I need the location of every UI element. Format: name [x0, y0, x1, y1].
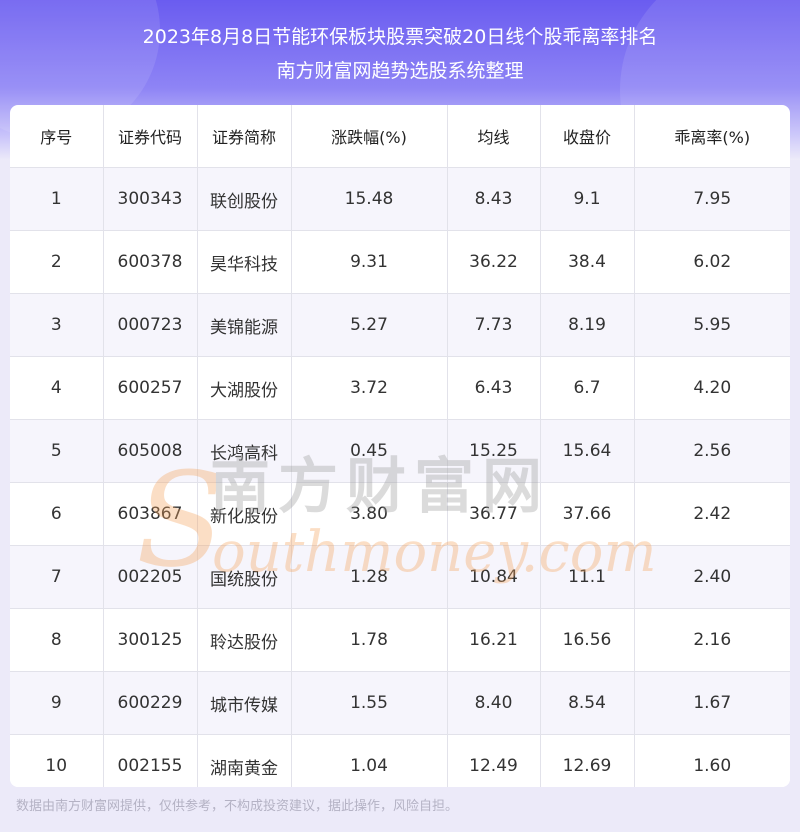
- column-header-name: 证券简称: [197, 105, 292, 168]
- table-header-row: 序号 证券代码 证券简称 涨跌幅(%) 均线 收盘价 乖离率(%): [10, 105, 790, 168]
- cell-bias: 5.95: [634, 293, 790, 357]
- cell-bias: 2.40: [634, 545, 790, 609]
- table-row: 10 002155 湖南黄金 1.04 12.49 12.69 1.60: [10, 734, 790, 787]
- cell-ma: 16.21: [447, 608, 541, 672]
- cell-close: 15.64: [540, 419, 635, 483]
- cell-bias: 7.95: [634, 167, 790, 231]
- cell-rank: 9: [10, 671, 104, 735]
- table-row: 5 605008 长鸿高科 0.45 15.25 15.64 2.56: [10, 419, 790, 483]
- cell-close: 38.4: [540, 230, 635, 294]
- cell-close: 8.54: [540, 671, 635, 735]
- cell-name: 国统股份: [197, 545, 292, 609]
- cell-rank: 7: [10, 545, 104, 609]
- cell-rank: 4: [10, 356, 104, 420]
- cell-code: 603867: [103, 482, 198, 546]
- column-header-bias: 乖离率(%): [634, 105, 790, 168]
- cell-name: 城市传媒: [197, 671, 292, 735]
- cell-bias: 2.16: [634, 608, 790, 672]
- cell-change: 1.55: [291, 671, 448, 735]
- cell-bias: 1.60: [634, 734, 790, 787]
- cell-close: 12.69: [540, 734, 635, 787]
- cell-rank: 6: [10, 482, 104, 546]
- cell-ma: 15.25: [447, 419, 541, 483]
- cell-name: 美锦能源: [197, 293, 292, 357]
- cell-close: 8.19: [540, 293, 635, 357]
- cell-rank: 10: [10, 734, 104, 787]
- cell-name: 昊华科技: [197, 230, 292, 294]
- cell-name: 大湖股份: [197, 356, 292, 420]
- cell-rank: 5: [10, 419, 104, 483]
- table-row: 9 600229 城市传媒 1.55 8.40 8.54 1.67: [10, 671, 790, 735]
- cell-ma: 8.43: [447, 167, 541, 231]
- cell-change: 0.45: [291, 419, 448, 483]
- cell-name: 长鸿高科: [197, 419, 292, 483]
- cell-code: 002155: [103, 734, 198, 787]
- table-row: 7 002205 国统股份 1.28 10.84 11.1 2.40: [10, 545, 790, 609]
- cell-change: 3.80: [291, 482, 448, 546]
- cell-ma: 8.40: [447, 671, 541, 735]
- cell-change: 5.27: [291, 293, 448, 357]
- table-row: 2 600378 昊华科技 9.31 36.22 38.4 6.02: [10, 230, 790, 294]
- cell-code: 600257: [103, 356, 198, 420]
- table-row: 8 300125 聆达股份 1.78 16.21 16.56 2.16: [10, 608, 790, 672]
- cell-code: 600378: [103, 230, 198, 294]
- disclaimer-footer: 数据由南方财富网提供，仅供参考，不构成投资建议，据此操作，风险自担。: [16, 799, 459, 814]
- cell-ma: 36.77: [447, 482, 541, 546]
- column-header-rank: 序号: [10, 105, 104, 168]
- cell-bias: 4.20: [634, 356, 790, 420]
- cell-code: 605008: [103, 419, 198, 483]
- page-title: 2023年8月8日节能环保板块股票突破20日线个股乖离率排名: [142, 26, 658, 48]
- cell-rank: 3: [10, 293, 104, 357]
- column-header-ma: 均线: [447, 105, 541, 168]
- cell-change: 1.28: [291, 545, 448, 609]
- ranking-table-card: 序号 证券代码 证券简称 涨跌幅(%) 均线 收盘价 乖离率(%) 1 3003…: [10, 105, 790, 787]
- cell-change: 15.48: [291, 167, 448, 231]
- ranking-table: 序号 证券代码 证券简称 涨跌幅(%) 均线 收盘价 乖离率(%) 1 3003…: [10, 105, 790, 787]
- table-row: 1 300343 联创股份 15.48 8.43 9.1 7.95: [10, 167, 790, 231]
- cell-ma: 36.22: [447, 230, 541, 294]
- cell-ma: 7.73: [447, 293, 541, 357]
- cell-rank: 2: [10, 230, 104, 294]
- column-header-code: 证券代码: [103, 105, 198, 168]
- cell-rank: 1: [10, 167, 104, 231]
- cell-close: 6.7: [540, 356, 635, 420]
- cell-name: 联创股份: [197, 167, 292, 231]
- cell-ma: 6.43: [447, 356, 541, 420]
- cell-ma: 10.84: [447, 545, 541, 609]
- cell-rank: 8: [10, 608, 104, 672]
- cell-code: 000723: [103, 293, 198, 357]
- cell-code: 600229: [103, 671, 198, 735]
- column-header-change: 涨跌幅(%): [291, 105, 448, 168]
- cell-name: 湖南黄金: [197, 734, 292, 787]
- cell-name: 聆达股份: [197, 608, 292, 672]
- cell-ma: 12.49: [447, 734, 541, 787]
- table-row: 3 000723 美锦能源 5.27 7.73 8.19 5.95: [10, 293, 790, 357]
- table-row: 4 600257 大湖股份 3.72 6.43 6.7 4.20: [10, 356, 790, 420]
- cell-close: 37.66: [540, 482, 635, 546]
- cell-change: 1.78: [291, 608, 448, 672]
- cell-close: 11.1: [540, 545, 635, 609]
- cell-change: 1.04: [291, 734, 448, 787]
- cell-bias: 6.02: [634, 230, 790, 294]
- cell-close: 9.1: [540, 167, 635, 231]
- page-subtitle: 南方财富网趋势选股系统整理: [276, 60, 524, 82]
- cell-code: 300343: [103, 167, 198, 231]
- cell-bias: 2.42: [634, 482, 790, 546]
- cell-close: 16.56: [540, 608, 635, 672]
- cell-bias: 2.56: [634, 419, 790, 483]
- table-row: 6 603867 新化股份 3.80 36.77 37.66 2.42: [10, 482, 790, 546]
- cell-code: 002205: [103, 545, 198, 609]
- cell-name: 新化股份: [197, 482, 292, 546]
- cell-code: 300125: [103, 608, 198, 672]
- cell-bias: 1.67: [634, 671, 790, 735]
- cell-change: 3.72: [291, 356, 448, 420]
- column-header-close: 收盘价: [540, 105, 635, 168]
- cell-change: 9.31: [291, 230, 448, 294]
